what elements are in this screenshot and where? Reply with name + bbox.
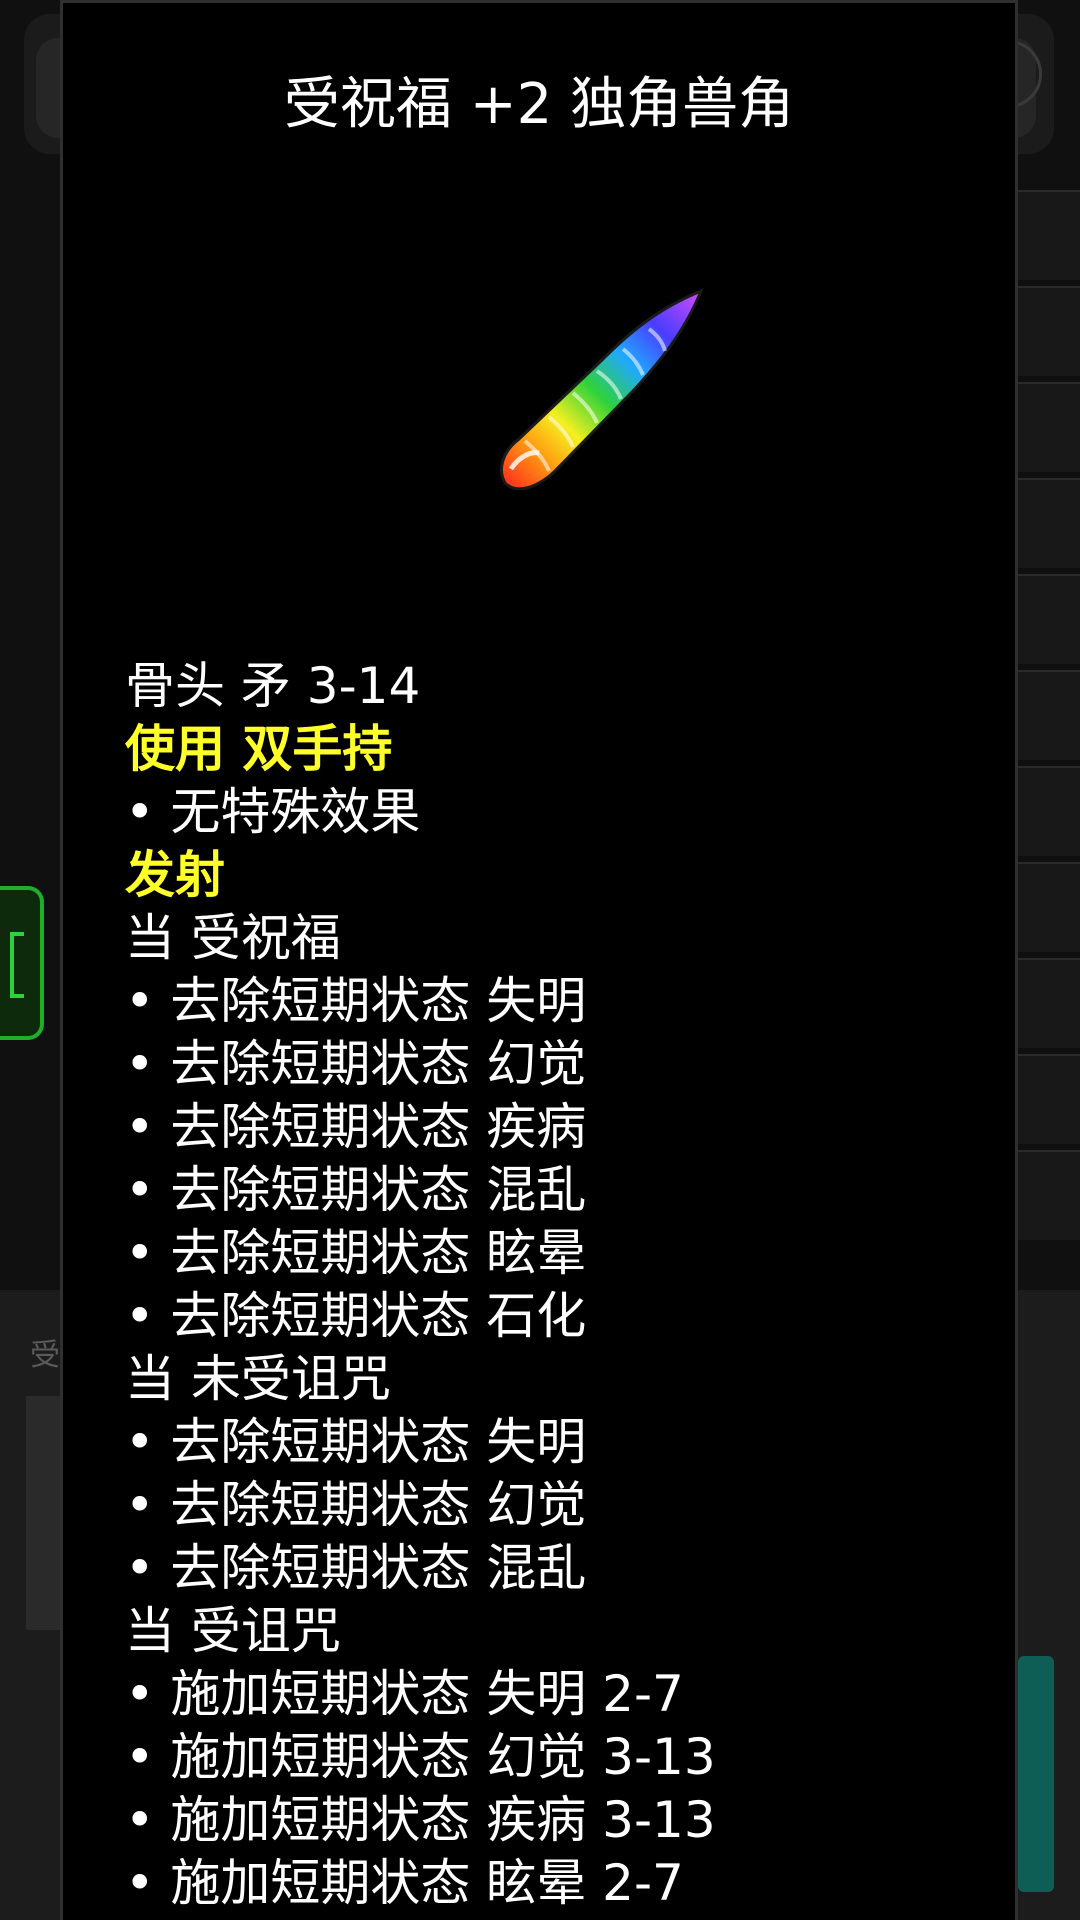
effect-list-item: 去除短期状态 眩晕 (125, 1222, 985, 1285)
background-slot-column (1018, 190, 1080, 1290)
description-line: 当 未受诅咒 (125, 1350, 391, 1408)
background-slot (1018, 1054, 1080, 1144)
selected-slot-indicator (0, 886, 44, 1040)
background-slot (1018, 190, 1080, 280)
background-slot (1018, 478, 1080, 568)
effect-list-item: 去除短期状态 失明 (125, 1411, 985, 1474)
background-slot (1018, 862, 1080, 952)
effect-list-item: 去除短期状态 混乱 (125, 1159, 985, 1222)
item-detail-dialog[interactable]: 受祝福 +2 独角兽角 骨头 矛 3-14使用 双手持无特殊效果发射当 受祝福去… (60, 0, 1018, 1920)
effect-list-item: 施加短期状态 眩晕 2-7 (125, 1852, 985, 1915)
background-slot (1018, 574, 1080, 664)
section-heading: 使用 双手持 (125, 720, 393, 778)
unicorn-horn-icon (500, 288, 704, 491)
effect-list-item: 去除短期状态 疾病 (125, 1096, 985, 1159)
background-slot (1018, 286, 1080, 376)
effect-list-item: 施加短期状态 幻觉 3-13 (125, 1726, 985, 1789)
effect-list-item: 施加短期状态 疾病 3-13 (125, 1789, 985, 1852)
background-slot (1018, 382, 1080, 472)
background-slot (1018, 766, 1080, 856)
effect-list-item: 去除短期状态 石化 (125, 1285, 985, 1348)
description-line: 骨头 矛 3-14 (125, 657, 421, 715)
effect-list-item: 无特殊效果 (125, 781, 985, 844)
description-line: 当 受诅咒 (125, 1602, 341, 1660)
effect-list-item: 去除短期状态 失明 (125, 970, 985, 1033)
background-slot (1018, 1150, 1080, 1240)
item-title: 受祝福 +2 独角兽角 (283, 72, 795, 137)
effect-list-item: 去除短期状态 幻觉 (125, 1474, 985, 1537)
description-line: 当 受祝福 (125, 909, 341, 967)
effect-list-item: 去除短期状态 幻觉 (125, 1033, 985, 1096)
background-slot (1018, 670, 1080, 760)
section-heading: 发射 (125, 846, 225, 904)
effect-list-item: 施加短期状态 失明 2-7 (125, 1663, 985, 1726)
background-partial-label: 受 (30, 1338, 60, 1373)
background-slot (1018, 958, 1080, 1048)
background-action-button (1018, 1656, 1054, 1892)
item-description: 骨头 矛 3-14使用 双手持无特殊效果发射当 受祝福去除短期状态 失明去除短期… (125, 655, 985, 1915)
bracket-icon (10, 932, 24, 998)
effect-list-item: 去除短期状态 混乱 (125, 1537, 985, 1600)
